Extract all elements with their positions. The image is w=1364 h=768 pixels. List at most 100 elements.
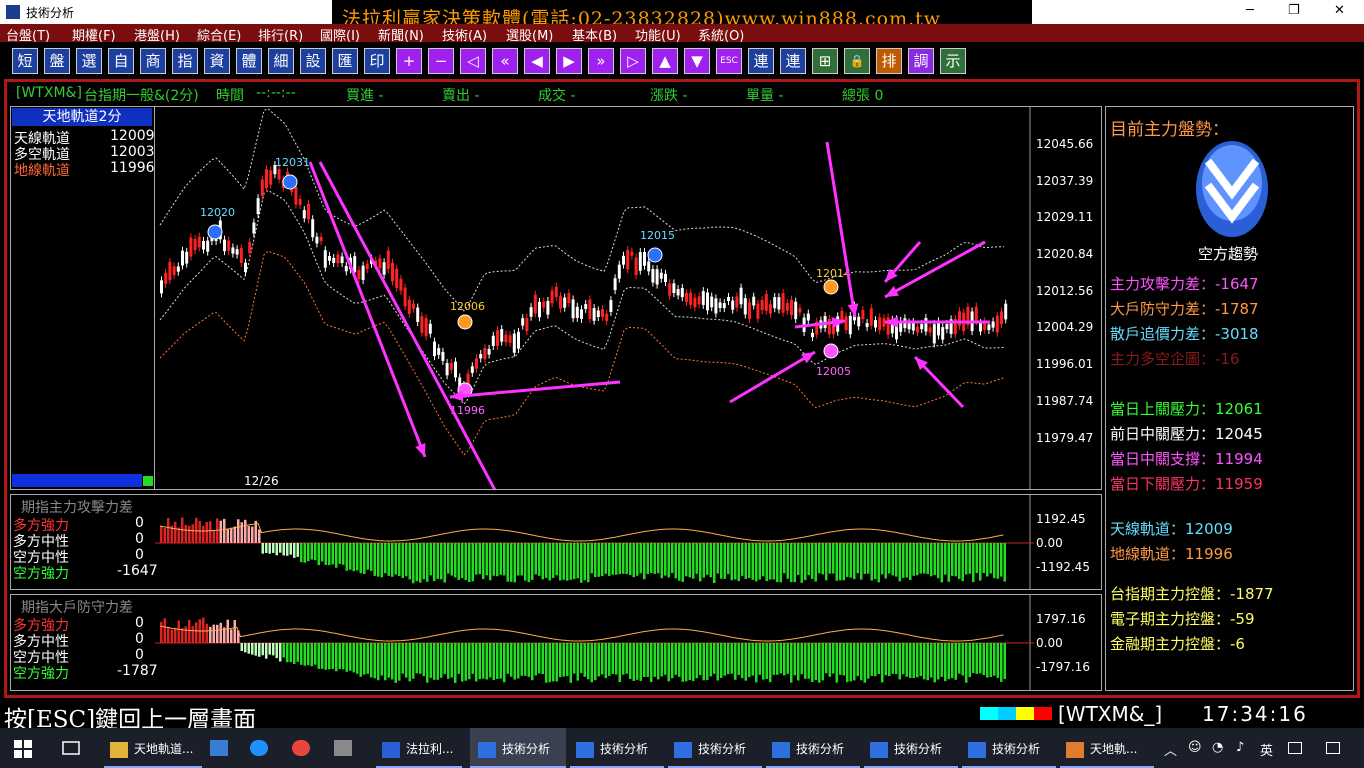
menu-item[interactable]: 功能(U) <box>635 25 681 44</box>
first-button[interactable]: ◁ <box>460 48 486 74</box>
candlestick <box>399 278 403 291</box>
scroll-thumb[interactable] <box>143 476 153 486</box>
export-button[interactable]: 匯 <box>332 48 358 74</box>
goods-button[interactable]: 商 <box>140 48 166 74</box>
taskbar-item[interactable]: 技術分析 <box>864 728 958 768</box>
index-button[interactable]: 指 <box>172 48 198 74</box>
select-button[interactable]: 選 <box>76 48 102 74</box>
histogram-bar <box>709 643 712 677</box>
ime-indicator[interactable]: 英 <box>1260 728 1273 768</box>
short-button[interactable]: 短 <box>12 48 38 74</box>
candlestick <box>706 292 709 311</box>
menu-item[interactable]: 排行(R) <box>258 25 303 44</box>
taskbar-item[interactable]: 技術分析 <box>668 728 762 768</box>
histogram-bar <box>1000 643 1003 682</box>
board-button[interactable]: 盤 <box>44 48 70 74</box>
notification-icon[interactable] <box>1326 728 1346 768</box>
rank-button[interactable]: 排 <box>876 48 902 74</box>
scroll-track[interactable] <box>12 474 142 487</box>
taskbar-item[interactable]: 技術分析 <box>962 728 1056 768</box>
taskbar-item[interactable]: 技術分析 <box>570 728 664 768</box>
adjust-button[interactable]: 調 <box>908 48 934 74</box>
attack-force-histogram[interactable]: 1192.45 0.00 -1192.45 <box>155 495 1101 589</box>
start-button[interactable] <box>14 728 32 768</box>
candlestick <box>596 310 600 317</box>
wifi-icon[interactable]: ◔ <box>1212 728 1223 768</box>
window-button[interactable]: ⊞ <box>812 48 838 74</box>
histogram-bar <box>188 525 191 543</box>
keyboard-icon[interactable] <box>1288 728 1308 768</box>
candlestick <box>701 291 705 305</box>
settings-button[interactable]: 設 <box>300 48 326 74</box>
menu-item[interactable]: 系統(O) <box>698 25 744 44</box>
taskbar-item[interactable]: 天地軌... <box>1060 728 1154 768</box>
up-button[interactable]: ▲ <box>652 48 678 74</box>
chart-app-icon <box>576 741 594 758</box>
taskbar-app[interactable] <box>210 728 240 768</box>
self-button[interactable]: 自 <box>108 48 134 74</box>
histogram-bar <box>443 643 446 675</box>
menu-item[interactable]: 技術(A) <box>442 25 487 44</box>
esc-button[interactable]: ESC <box>716 48 742 74</box>
minimize-button[interactable]: ─ <box>1246 3 1254 18</box>
people-icon[interactable]: ☺ <box>1188 728 1202 768</box>
menu-item[interactable]: 港盤(H) <box>134 25 180 44</box>
print-button[interactable]: 印 <box>364 48 390 74</box>
histogram-bar <box>545 543 548 578</box>
lock-button[interactable]: 🔒 <box>844 48 870 74</box>
zoom-out-button[interactable]: − <box>428 48 454 74</box>
menu-item[interactable]: 綜合(E) <box>197 25 241 44</box>
histogram-bar <box>657 643 660 680</box>
histogram-bar <box>972 543 975 583</box>
taskbar-item[interactable]: 技術分析 <box>766 728 860 768</box>
taskbar-item[interactable]: 天地軌道... <box>104 728 202 768</box>
candlestick <box>655 269 659 285</box>
menu-item[interactable]: 國際(I) <box>320 25 360 44</box>
taskbar-item[interactable]: 法拉利... <box>376 728 462 768</box>
menu-item[interactable]: 期權(F) <box>72 25 116 44</box>
taskbar-app[interactable] <box>292 728 322 768</box>
histogram-bar <box>849 643 852 682</box>
histogram-bar <box>947 543 950 582</box>
histogram-bar <box>797 543 800 575</box>
taskbar-item[interactable]: 技術分析 <box>470 728 566 768</box>
close-button[interactable]: ✕ <box>1334 3 1345 18</box>
taskbar-app[interactable] <box>334 728 364 768</box>
maximize-button[interactable]: ❐ <box>1288 3 1300 18</box>
histogram-bar <box>230 527 233 543</box>
info-button[interactable]: 資 <box>204 48 230 74</box>
link2-button[interactable]: 連 <box>780 48 806 74</box>
down-button[interactable]: ▼ <box>684 48 710 74</box>
histogram-bar <box>657 543 660 574</box>
menu-item[interactable]: 選股(M) <box>506 25 553 44</box>
tray-overflow-icon[interactable]: ︿ <box>1164 728 1177 768</box>
detail-button[interactable]: 細 <box>268 48 294 74</box>
body-button[interactable]: 體 <box>236 48 262 74</box>
zoom-in-button[interactable]: + <box>396 48 422 74</box>
candlestick <box>378 258 382 269</box>
last-button[interactable]: ▷ <box>620 48 646 74</box>
task-view-button[interactable] <box>62 728 80 768</box>
histogram-bar <box>762 543 765 577</box>
forward-button[interactable]: ▶ <box>556 48 582 74</box>
histogram-bar <box>979 543 982 581</box>
fast-back-button[interactable]: « <box>492 48 518 74</box>
volume-icon[interactable]: ♪ <box>1236 728 1244 768</box>
histogram-bar <box>468 543 471 583</box>
histogram-bar <box>265 543 268 553</box>
taskbar-app[interactable] <box>250 728 280 768</box>
histogram-bar <box>653 643 656 677</box>
fast-forward-button[interactable]: » <box>588 48 614 74</box>
histogram-bar <box>793 543 796 583</box>
histogram-bar <box>842 643 845 676</box>
candlestick-chart[interactable]: 12045.66 12037.39 12029.11 12020.84 12012.56… <box>155 107 1101 489</box>
show-button[interactable]: 示 <box>940 48 966 74</box>
histogram-bar <box>268 643 271 655</box>
defense-force-histogram[interactable]: 1797.16 0.00 -1797.16 <box>155 595 1101 690</box>
back-button[interactable]: ◀ <box>524 48 550 74</box>
histogram-bar <box>583 543 586 581</box>
link-button[interactable]: 連 <box>748 48 774 74</box>
menu-item[interactable]: 台盤(T) <box>6 25 50 44</box>
menu-item[interactable]: 基本(B) <box>572 25 617 44</box>
menu-item[interactable]: 新聞(N) <box>378 25 424 44</box>
